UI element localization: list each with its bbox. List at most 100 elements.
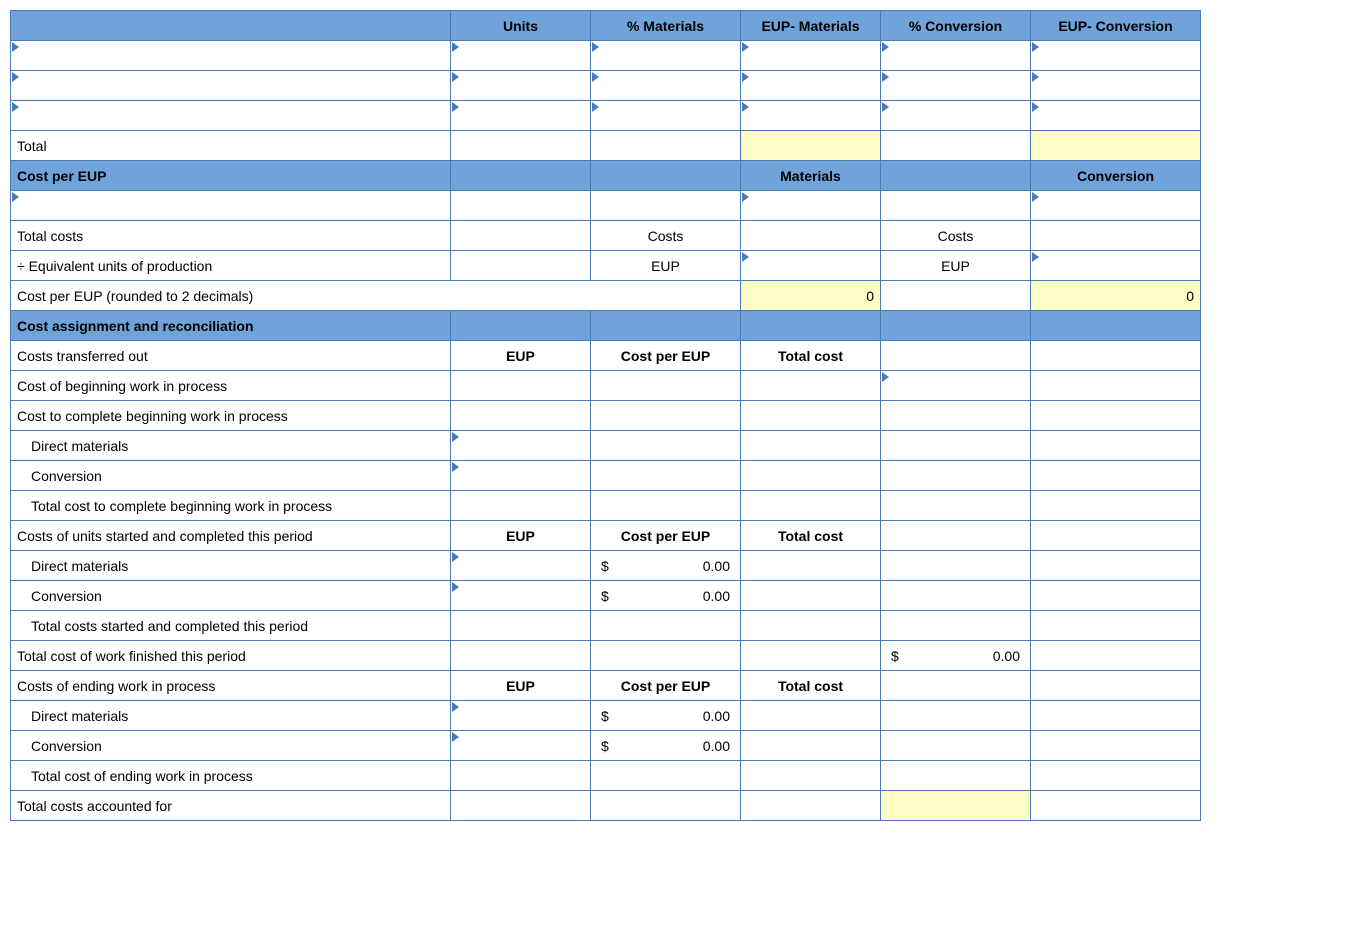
input-units[interactable] [451, 71, 591, 101]
input-cell[interactable] [1031, 221, 1201, 251]
input-eup-mat[interactable] [741, 101, 881, 131]
blank-cell [881, 521, 1031, 551]
input-cell[interactable] [451, 701, 591, 731]
started-completed-label: Costs of units started and completed thi… [11, 521, 451, 551]
input-desc[interactable] [11, 101, 451, 131]
blank-cell [881, 341, 1031, 371]
input-cell[interactable] [451, 551, 591, 581]
input-cell[interactable] [741, 221, 881, 251]
input-pct-mat[interactable] [591, 71, 741, 101]
dm-ending-row: Direct materials $0.00 [11, 701, 1201, 731]
blank-cell [1031, 671, 1201, 701]
header-blank [11, 11, 451, 41]
input-cell[interactable] [881, 371, 1031, 401]
conv-label: Conversion [11, 731, 451, 761]
header-row: Units % Materials EUP- Materials % Conve… [11, 11, 1201, 41]
input-eup-mat[interactable] [741, 41, 881, 71]
blank-cell [1031, 521, 1201, 551]
cost-per-eup-mat-value: 0 [741, 281, 881, 311]
input-pct-mat[interactable] [591, 101, 741, 131]
blank-cell [881, 611, 1031, 641]
blank-cell [451, 611, 591, 641]
currency-symbol: $ [887, 648, 899, 664]
total-ending-wip-label: Total cost of ending work in process [11, 761, 451, 791]
cost-assignment-title: Cost assignment and reconciliation [11, 311, 451, 341]
input-cell[interactable] [741, 251, 881, 281]
blank-cell [741, 641, 881, 671]
eup-col-header: EUP [451, 671, 591, 701]
total-pct-mat [591, 131, 741, 161]
dm-started-row: Direct materials $0.00 [11, 551, 1201, 581]
blank-cell [741, 791, 881, 821]
input-cell[interactable] [451, 731, 591, 761]
input-cell[interactable] [451, 461, 591, 491]
blank-cell [451, 221, 591, 251]
blank-cell [1031, 311, 1201, 341]
blank-cell [591, 641, 741, 671]
conv-begin-row: Conversion [11, 461, 1201, 491]
input-cell[interactable] [1031, 191, 1201, 221]
eup-col-header: EUP [451, 521, 591, 551]
input-cell[interactable] [741, 191, 881, 221]
input-eup-mat[interactable] [741, 71, 881, 101]
blank-cell [1031, 611, 1201, 641]
input-pct-conv[interactable] [881, 71, 1031, 101]
blank-cell [451, 161, 591, 191]
total-ending-wip-row: Total cost of ending work in process [11, 761, 1201, 791]
blank-cell [881, 401, 1031, 431]
materials-header: Materials [741, 161, 881, 191]
cost-begin-wip-label: Cost of beginning work in process [11, 371, 451, 401]
blank-cell [741, 311, 881, 341]
blank-cell [741, 731, 881, 761]
total-costs-row: Total costs Costs Costs [11, 221, 1201, 251]
input-cell[interactable] [451, 581, 591, 611]
input-pct-mat[interactable] [591, 41, 741, 71]
dm-label: Direct materials [11, 701, 451, 731]
conv-label: Conversion [11, 461, 451, 491]
blank-cell [881, 731, 1031, 761]
input-pct-conv[interactable] [881, 101, 1031, 131]
blank-row [11, 191, 1201, 221]
input-cell[interactable] [451, 431, 591, 461]
currency-symbol: $ [597, 588, 609, 604]
blank-cell [741, 581, 881, 611]
cost-per-eup-conv-value: 0 [1031, 281, 1201, 311]
total-started-completed-label: Total costs started and completed this p… [11, 611, 451, 641]
cost-per-eup-conv-ending: $0.00 [591, 731, 741, 761]
total-label: Total [11, 131, 451, 161]
total-finished-row: Total cost of work finished this period … [11, 641, 1201, 671]
input-desc[interactable] [11, 71, 451, 101]
input-pct-conv[interactable] [881, 41, 1031, 71]
input-desc[interactable] [11, 41, 451, 71]
input-units[interactable] [451, 101, 591, 131]
currency-value: 0.00 [703, 588, 734, 604]
blank-cell [451, 761, 591, 791]
currency-symbol: $ [597, 738, 609, 754]
total-row: Total [11, 131, 1201, 161]
input-units[interactable] [451, 41, 591, 71]
cost-per-eup-col-header: Cost per EUP [591, 671, 741, 701]
blank-cell [1031, 731, 1201, 761]
blank-cell [451, 311, 591, 341]
blank-cell [881, 431, 1031, 461]
transferred-out-label: Costs transferred out [11, 341, 451, 371]
blank-cell [451, 371, 591, 401]
blank-cell [1031, 791, 1201, 821]
blank-cell [741, 491, 881, 521]
input-eup-conv[interactable] [1031, 71, 1201, 101]
input-cell[interactable] [1031, 251, 1201, 281]
blank-cell [741, 431, 881, 461]
total-pct-conv [881, 131, 1031, 161]
blank-cell [881, 551, 1031, 581]
blank-cell [741, 701, 881, 731]
eup-label-conv: EUP [881, 251, 1031, 281]
currency-value: 0.00 [703, 708, 734, 724]
input-cell[interactable] [11, 191, 451, 221]
input-eup-conv[interactable] [1031, 41, 1201, 71]
input-eup-conv[interactable] [1031, 101, 1201, 131]
total-accounted-row: Total costs accounted for [11, 791, 1201, 821]
conversion-header: Conversion [1031, 161, 1201, 191]
blank-cell [1031, 431, 1201, 461]
blank-cell [451, 791, 591, 821]
blank-cell [1031, 761, 1201, 791]
